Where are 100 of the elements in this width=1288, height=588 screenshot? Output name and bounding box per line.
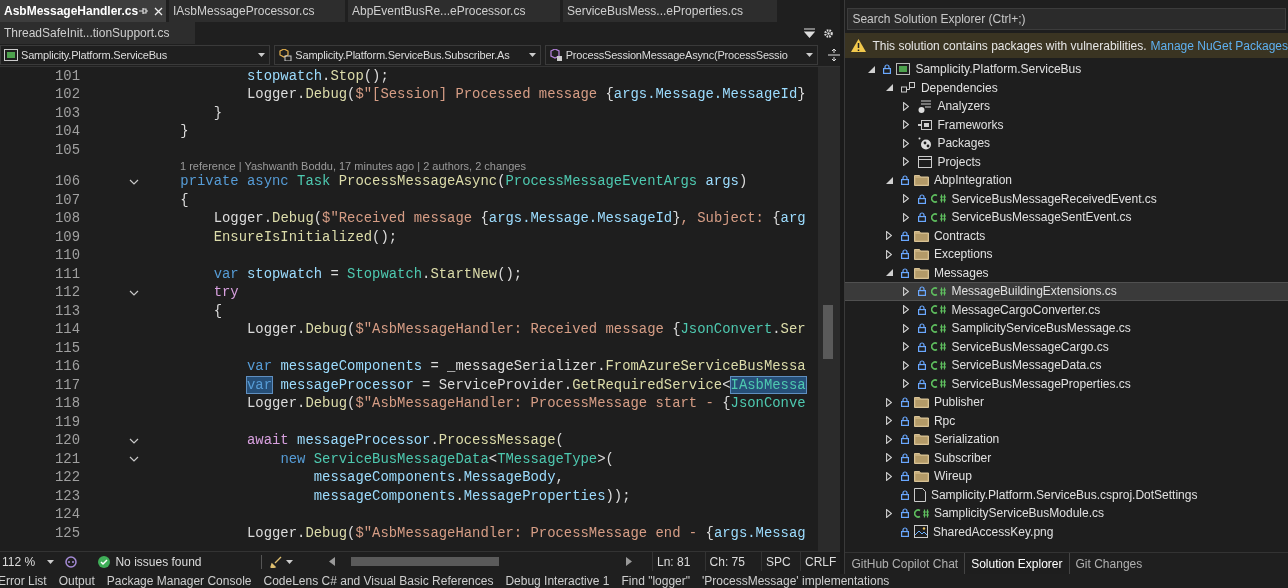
navigation-dropdown[interactable]: Samplicity.Platform.ServiceBus.Subscriber.As bbox=[274, 45, 541, 65]
chevron-icon[interactable] bbox=[129, 437, 139, 444]
tree-row[interactable]: SamplicityServiceBusModule.cs bbox=[845, 504, 1288, 523]
tree-row[interactable]: Exceptions bbox=[845, 245, 1288, 264]
collapsed-arrow-icon[interactable] bbox=[885, 434, 892, 444]
editor-tab[interactable]: AbpEventBusRe...eProcessor.cs bbox=[348, 0, 560, 22]
tree-row[interactable]: Projects bbox=[845, 152, 1288, 171]
tree-row[interactable]: ServiceBusMessageData.cs bbox=[845, 356, 1288, 375]
tree-row[interactable]: AbpIntegration bbox=[845, 171, 1288, 190]
status-item[interactable]: Ch: 75 bbox=[705, 552, 749, 571]
project-icon bbox=[4, 49, 18, 61]
panel-tab[interactable]: Package Manager Console bbox=[106, 574, 252, 588]
tool-window-tab[interactable]: Git Changes bbox=[1069, 553, 1149, 574]
chevron-icon[interactable] bbox=[129, 456, 139, 463]
close-icon[interactable] bbox=[154, 6, 164, 16]
tree-row[interactable]: MessageCargoConverter.cs bbox=[845, 300, 1288, 319]
panel-tab[interactable]: Find "logger" bbox=[621, 574, 691, 588]
dropdown-caret-icon[interactable] bbox=[806, 53, 813, 57]
pin-icon[interactable] bbox=[138, 6, 149, 16]
tree-row[interactable]: ServiceBusMessageProperties.cs bbox=[845, 374, 1288, 393]
collapsed-arrow-icon[interactable] bbox=[885, 416, 892, 426]
scroll-left-icon[interactable] bbox=[329, 557, 336, 566]
tool-window-tab[interactable]: GitHub Copilot Chat bbox=[845, 553, 965, 574]
tool-window-tab[interactable]: Solution Explorer bbox=[964, 553, 1070, 574]
collapsed-arrow-icon[interactable] bbox=[903, 286, 910, 296]
collapsed-arrow-icon[interactable] bbox=[903, 342, 910, 352]
tree-row[interactable]: Serialization bbox=[845, 430, 1288, 449]
tree-row[interactable]: Analyzers bbox=[845, 97, 1288, 116]
status-item[interactable]: SPC bbox=[762, 552, 795, 571]
tree-row[interactable]: ServiceBusMessageCargo.cs bbox=[845, 337, 1288, 356]
navigation-dropdown[interactable]: ProcessSessionMessageAsync(ProcessSessio bbox=[544, 45, 818, 65]
collapsed-arrow-icon[interactable] bbox=[885, 397, 892, 407]
collapsed-arrow-icon[interactable] bbox=[903, 212, 910, 222]
manage-packages-link[interactable]: Manage NuGet Packages bbox=[1150, 36, 1288, 55]
collapsed-arrow-icon[interactable] bbox=[903, 101, 910, 111]
line-number: 101 bbox=[55, 67, 80, 84]
collapsed-arrow-icon[interactable] bbox=[903, 360, 910, 370]
expanded-arrow-icon[interactable] bbox=[885, 176, 893, 184]
tree-row[interactable]: SamplicityServiceBusMessage.cs bbox=[845, 319, 1288, 338]
code-line: Logger.Debug($"AsbMessageHandler: Received message {JsonConvert.Ser bbox=[246, 320, 806, 340]
tree-row[interactable]: Dependencies bbox=[845, 78, 1288, 97]
panel-tab[interactable]: 'ProcessMessage' implementations bbox=[702, 574, 890, 588]
editor-tab[interactable]: ServiceBusMess...eProperties.cs bbox=[563, 0, 777, 22]
scrollbar-thumb[interactable] bbox=[351, 557, 500, 566]
collapsed-arrow-icon[interactable] bbox=[885, 508, 892, 518]
expanded-arrow-icon[interactable] bbox=[885, 84, 893, 92]
collapsed-arrow-icon[interactable] bbox=[903, 305, 910, 315]
collapsed-arrow-icon[interactable] bbox=[885, 453, 892, 463]
zoom-dropdown[interactable]: 112 % bbox=[0, 552, 59, 571]
collapsed-arrow-icon[interactable] bbox=[903, 323, 910, 333]
brush-icon[interactable] bbox=[270, 555, 283, 568]
tree-row[interactable]: Rpc bbox=[845, 411, 1288, 430]
expanded-arrow-icon[interactable] bbox=[885, 269, 893, 277]
panel-tab[interactable]: Output bbox=[58, 574, 95, 588]
editor-tab[interactable]: IAsbMessageProcessor.cs bbox=[169, 0, 345, 22]
expanded-arrow-icon[interactable] bbox=[868, 65, 876, 73]
chevron-icon[interactable] bbox=[129, 178, 139, 185]
collapsed-arrow-icon[interactable] bbox=[885, 471, 892, 481]
collapsed-arrow-icon[interactable] bbox=[903, 379, 910, 389]
status-item[interactable]: CRLF bbox=[801, 552, 841, 571]
scrollbar-thumb[interactable] bbox=[823, 305, 833, 359]
collapsed-arrow-icon[interactable] bbox=[885, 231, 892, 241]
vertical-scrollbar[interactable] bbox=[818, 67, 840, 551]
panel-tab[interactable]: Debug Interactive 1 bbox=[505, 574, 610, 588]
tree-row[interactable]: Subscriber bbox=[845, 448, 1288, 467]
tree-row[interactable]: Messages bbox=[845, 263, 1288, 282]
tree-row[interactable]: Frameworks bbox=[845, 115, 1288, 134]
collapsed-arrow-icon[interactable] bbox=[903, 138, 910, 148]
editor-tab[interactable]: ThreadSafeInit...tionSupport.cs bbox=[0, 22, 195, 44]
dropdown-icon[interactable] bbox=[804, 28, 815, 38]
tree-row[interactable]: ServiceBusMessageReceivedEvent.cs bbox=[845, 189, 1288, 208]
search-field[interactable]: Search Solution Explorer (Ctrl+;) bbox=[847, 8, 1286, 30]
collapsed-arrow-icon[interactable] bbox=[885, 249, 892, 259]
dropdown-caret-icon[interactable] bbox=[286, 559, 294, 564]
collapsed-arrow-icon[interactable] bbox=[903, 194, 910, 204]
tree-row[interactable]: SharedAccessKey.png bbox=[845, 522, 1288, 541]
issues-status[interactable]: No issues found bbox=[115, 552, 262, 571]
tree-row[interactable]: Samplicity.Platform.ServiceBus.csproj.DotSettings bbox=[845, 485, 1288, 504]
code-line: EnsureIsInitialized(); bbox=[212, 227, 398, 247]
split-icon[interactable] bbox=[828, 49, 840, 61]
tree-row[interactable]: Packages bbox=[845, 134, 1288, 153]
collapsed-arrow-icon[interactable] bbox=[903, 157, 910, 167]
status-item[interactable]: Ln: 81 bbox=[652, 552, 695, 571]
codelens-text[interactable]: 1 reference | Yashwanth Boddu, 17 minutes ago | 2 authors, 2 changes bbox=[180, 157, 526, 175]
panel-tab[interactable]: CodeLens C# and Visual Basic References bbox=[263, 574, 494, 588]
dropdown-caret-icon[interactable] bbox=[47, 559, 55, 564]
tree-row[interactable]: MessageBuildingExtensions.cs bbox=[845, 282, 1288, 301]
settings-icon[interactable] bbox=[823, 27, 834, 39]
scroll-right-icon[interactable] bbox=[625, 557, 632, 566]
tree-row[interactable]: Publisher bbox=[845, 393, 1288, 412]
dropdown-caret-icon[interactable] bbox=[528, 53, 536, 57]
tree-row[interactable]: Contracts bbox=[845, 226, 1288, 245]
dropdown-caret-icon[interactable] bbox=[258, 53, 266, 57]
navigation-dropdown[interactable]: Samplicity.Platform.ServiceBus bbox=[0, 45, 271, 65]
chevron-icon[interactable] bbox=[129, 289, 139, 296]
tree-row[interactable]: Samplicity.Platform.ServiceBus bbox=[845, 60, 1288, 79]
collapsed-arrow-icon[interactable] bbox=[903, 120, 910, 130]
editor-tab[interactable]: AsbMessageHandler.cs bbox=[0, 0, 166, 22]
tree-row[interactable]: Wireup bbox=[845, 467, 1288, 486]
tree-row[interactable]: ServiceBusMessageSentEvent.cs bbox=[845, 208, 1288, 227]
